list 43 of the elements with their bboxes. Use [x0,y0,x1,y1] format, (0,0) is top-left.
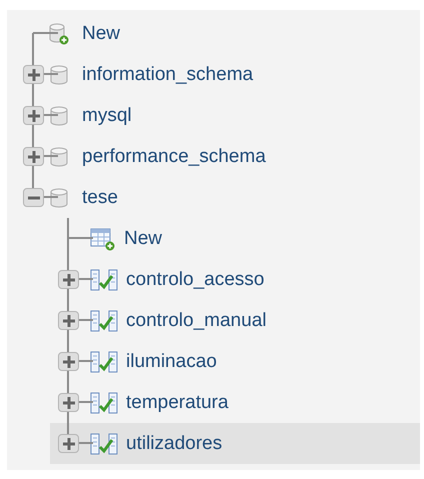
table-add-icon[interactable] [90,226,116,250]
plus-icon [28,68,40,80]
expander-button[interactable] [58,393,79,412]
tree-label[interactable]: performance_schema [82,146,266,168]
table-structure-icon[interactable] [90,390,118,414]
tree-row[interactable]: utilizadores [50,423,420,464]
plus-icon [62,314,74,326]
expander-button[interactable] [23,106,44,125]
tree-label[interactable]: tese [82,186,118,208]
tree-label[interactable]: iluminacao [126,350,217,372]
plus-icon [62,274,74,286]
table-structure-icon[interactable] [90,350,118,374]
tree-label[interactable]: utilizadores [126,432,222,454]
tree-label[interactable]: New [82,22,120,44]
table-structure-icon[interactable] [90,268,118,292]
database-icon[interactable] [48,104,70,126]
tree-row[interactable]: iluminacao [58,341,420,382]
expander-button[interactable] [23,65,44,84]
tree-row[interactable]: controlo_manual [58,300,420,341]
tree-label[interactable]: mysql [82,104,132,126]
tree-row[interactable]: controlo_acesso [58,259,420,300]
plus-icon [62,396,74,408]
table-structure-icon[interactable] [90,308,118,332]
database-add-icon[interactable] [48,22,70,44]
plus-icon [62,356,74,368]
tree-label[interactable]: controlo_manual [126,310,266,332]
database-icon[interactable] [48,146,70,168]
plus-icon [28,110,40,122]
plus-icon [62,438,74,450]
tree-label[interactable]: New [124,228,162,250]
expander-button[interactable] [58,434,79,453]
expander-button[interactable] [23,147,44,166]
database-icon[interactable] [48,64,70,86]
tree-label[interactable]: information_schema [82,64,254,86]
expander-button[interactable] [58,270,79,289]
tree-label[interactable]: temperatura [126,392,228,414]
expander-button[interactable] [58,352,79,371]
expander-button[interactable] [23,188,44,207]
database-icon[interactable] [48,186,70,208]
plus-icon [28,150,40,162]
table-structure-icon[interactable] [90,432,118,456]
tree-label[interactable]: controlo_acesso [126,268,264,290]
expander-button[interactable] [58,311,79,330]
